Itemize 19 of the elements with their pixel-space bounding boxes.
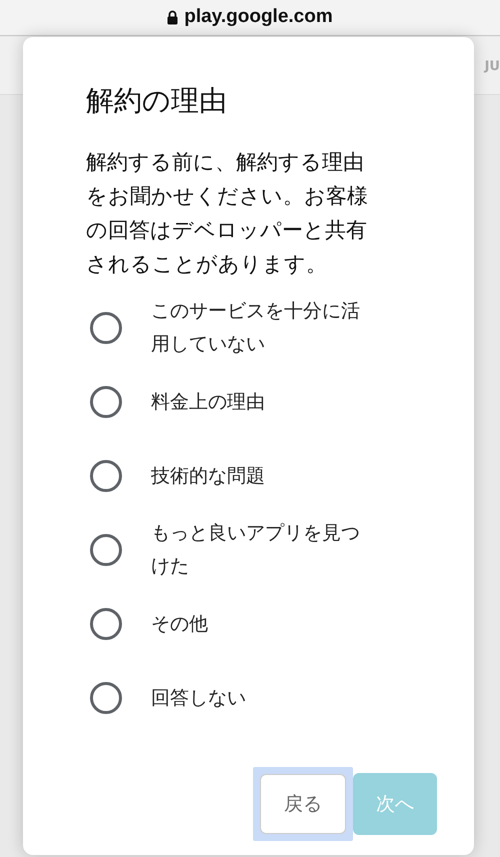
dialog-description: 解約する前に、解約する理由をお聞かせください。お客様の回答はデベロッパーと共有されることがあります。 [86, 149, 369, 278]
radio-button[interactable] [90, 682, 122, 714]
option-label[interactable]: その他 [151, 608, 366, 640]
option-label[interactable]: 料金上の理由 [151, 386, 366, 418]
radio-button[interactable] [90, 386, 122, 418]
radio-button[interactable] [90, 608, 122, 640]
option-label[interactable]: 回答しない [151, 682, 366, 714]
radio-button[interactable] [90, 534, 122, 566]
address-bar[interactable]: play.google.com [0, 0, 500, 36]
option-label[interactable]: 技術的な問題 [151, 460, 366, 492]
back-button[interactable]: 戻る [260, 774, 346, 834]
radio-button[interactable] [90, 460, 122, 492]
url-text: play.google.com [184, 5, 333, 30]
dialog-title: 解約の理由 [86, 83, 228, 119]
option-label[interactable]: もっと良いアプリを見つけた [151, 517, 366, 583]
radio-button[interactable] [90, 312, 122, 344]
option-label[interactable]: このサービスを十分に活用していない [151, 295, 366, 361]
background-text: JU [484, 60, 500, 73]
lock-icon [167, 10, 178, 25]
